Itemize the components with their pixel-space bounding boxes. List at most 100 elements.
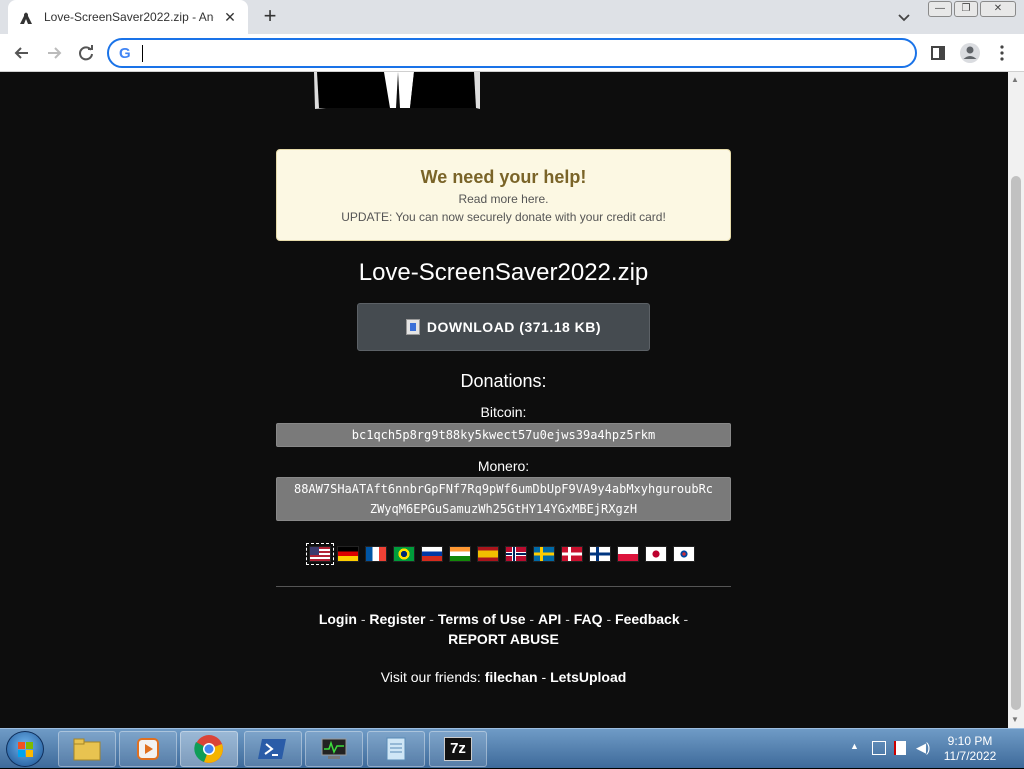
clock-date: 11/7/2022 xyxy=(943,749,997,763)
task-manager-icon xyxy=(321,738,347,759)
separator: - xyxy=(565,611,570,627)
anonfiles-favicon-icon xyxy=(18,9,34,25)
flag-es-icon[interactable] xyxy=(477,546,499,562)
bitcoin-label: Bitcoin: xyxy=(480,404,527,420)
powershell-icon xyxy=(258,739,286,759)
filechan-link[interactable]: filechan xyxy=(485,669,538,685)
monero-label: Monero: xyxy=(477,458,530,474)
separator: - xyxy=(683,611,689,627)
separator: - xyxy=(606,611,612,627)
register-link[interactable]: Register xyxy=(369,611,425,627)
page-viewport: We need your help! Read more here. UPDAT… xyxy=(0,72,1008,728)
help-notice-box: We need your help! Read more here. UPDAT… xyxy=(276,149,731,241)
zip-file-icon xyxy=(405,319,420,335)
flag-dk-icon[interactable] xyxy=(561,546,583,562)
forward-arrow-icon[interactable] xyxy=(41,40,67,66)
flag-pl-icon[interactable] xyxy=(617,546,639,562)
faq-link[interactable]: FAQ xyxy=(574,611,603,627)
flag-br-icon[interactable] xyxy=(393,546,415,562)
donations-heading: Donations: xyxy=(460,371,547,391)
page-scrollbar[interactable]: ▲ ▼ xyxy=(1008,72,1024,728)
help-title: We need your help! xyxy=(420,167,587,187)
folder-icon xyxy=(73,738,101,761)
tab-search-chevron-down-icon[interactable] xyxy=(894,8,914,28)
media-player-taskbar-button[interactable] xyxy=(119,731,177,767)
chrome-icon xyxy=(194,735,223,763)
scroll-up-arrow-icon[interactable]: ▲ xyxy=(1011,75,1019,84)
separator: - xyxy=(529,611,535,627)
download-button[interactable]: DOWNLOAD (371.18 KB) xyxy=(357,303,650,351)
start-button[interactable] xyxy=(6,731,44,767)
browser-tab-active[interactable]: Love-ScreenSaver2022.zip - Anon ✕ xyxy=(8,0,248,34)
notepad-taskbar-button[interactable] xyxy=(367,731,425,767)
flag-fi-icon[interactable] xyxy=(589,546,611,562)
flag-no-icon[interactable] xyxy=(505,546,527,562)
7zip-taskbar-button[interactable]: 7z xyxy=(429,731,487,767)
browser-menu-kebab-icon[interactable] xyxy=(989,40,1015,66)
separator: - xyxy=(360,611,366,627)
chrome-taskbar-button[interactable] xyxy=(180,731,238,767)
flag-ru-icon[interactable] xyxy=(421,546,443,562)
friends-line: Visit our friends: filechan - LetsUpload xyxy=(276,669,731,685)
letsupload-link[interactable]: LetsUpload xyxy=(550,669,626,685)
bitcoin-address-field[interactable]: bc1qch5p8rg9t88ky5kwect57u0ejws39a4hpz5r… xyxy=(276,423,731,447)
address-bar[interactable]: G xyxy=(107,38,917,68)
reload-icon[interactable] xyxy=(73,40,99,66)
download-button-label: DOWNLOAD (371.18 KB) xyxy=(426,319,602,335)
text-caret xyxy=(142,45,143,62)
feedback-link[interactable]: Feedback xyxy=(615,611,680,627)
read-more-link[interactable]: Read more here. xyxy=(277,192,730,206)
google-g-icon: G xyxy=(119,45,131,62)
scroll-down-arrow-icon[interactable]: ▼ xyxy=(1011,715,1019,724)
browser-tab-strip: Love-ScreenSaver2022.zip - Anon ✕ + — ❐ … xyxy=(0,0,1024,34)
donate-update-text: UPDATE: You can now securely donate with… xyxy=(341,210,666,224)
monero-address-line-1: 88AW7SHaATAft6nnbrGpFNf7Rq9pWf6umDbUpF9V… xyxy=(293,482,714,496)
flag-kr-icon[interactable] xyxy=(673,546,695,562)
media-player-icon xyxy=(137,738,159,760)
monero-address-field[interactable]: 88AW7SHaATAft6nnbrGpFNf7Rq9pWf6umDbUpF9V… xyxy=(276,477,731,521)
minimize-button[interactable]: — xyxy=(928,1,952,17)
monero-address-line-2: ZWyqM6EPGuSamuzWh25GtHY14YGxMBEjRXgzH xyxy=(369,502,638,516)
flag-us-icon[interactable] xyxy=(306,543,334,565)
login-link[interactable]: Login xyxy=(319,611,357,627)
side-panel-icon[interactable] xyxy=(925,40,951,66)
flag-de-icon[interactable] xyxy=(337,546,359,562)
tab-close-icon[interactable]: ✕ xyxy=(222,9,238,26)
action-center-flag-icon[interactable] xyxy=(894,741,906,755)
7zip-icon: 7z xyxy=(444,737,472,761)
task-manager-taskbar-button[interactable] xyxy=(305,731,363,767)
show-hidden-icons-chevron-up-icon[interactable]: ▲ xyxy=(850,741,859,751)
file-name-heading: Love-ScreenSaver2022.zip xyxy=(358,259,649,286)
friends-prefix: Visit our friends: xyxy=(380,669,481,685)
powershell-taskbar-button[interactable] xyxy=(244,731,302,767)
separator: - xyxy=(429,611,434,627)
flag-fr-icon[interactable] xyxy=(365,546,387,562)
separator: - xyxy=(541,669,547,685)
anonymous-mask-logo xyxy=(314,72,480,110)
windows-taskbar: 7z ▲ ◀) 9:10 PM 11/7/2022 xyxy=(0,728,1024,768)
profile-avatar-icon[interactable] xyxy=(957,40,983,66)
tab-title: Love-ScreenSaver2022.zip - Anon xyxy=(44,10,214,24)
flag-in-icon[interactable] xyxy=(449,546,471,562)
file-explorer-taskbar-button[interactable] xyxy=(58,731,116,767)
back-arrow-icon[interactable] xyxy=(9,40,35,66)
terms-of-use-link[interactable]: Terms of Use xyxy=(438,611,526,627)
flag-se-icon[interactable] xyxy=(533,546,555,562)
flag-jp-icon[interactable] xyxy=(645,546,667,562)
volume-speaker-icon[interactable]: ◀) xyxy=(916,740,930,756)
restore-button[interactable]: ❐ xyxy=(954,1,978,17)
close-window-button[interactable]: ✕ xyxy=(980,1,1016,17)
network-icon[interactable] xyxy=(872,741,886,755)
windows-logo-icon xyxy=(18,742,33,757)
language-flags xyxy=(306,542,701,566)
api-link[interactable]: API xyxy=(538,611,561,627)
footer-links: Login - Register - Terms of Use - API - … xyxy=(276,609,731,649)
system-clock[interactable]: 9:10 PM 11/7/2022 xyxy=(930,734,1010,764)
clock-time: 9:10 PM xyxy=(947,734,993,748)
scrollbar-thumb[interactable] xyxy=(1011,176,1021,710)
new-tab-button[interactable]: + xyxy=(258,5,282,29)
report-abuse-link[interactable]: REPORT ABUSE xyxy=(448,631,559,647)
footer-divider xyxy=(276,586,731,587)
browser-toolbar: G xyxy=(0,34,1024,72)
system-tray: ▲ ◀) 9:10 PM 11/7/2022 xyxy=(834,729,1024,769)
